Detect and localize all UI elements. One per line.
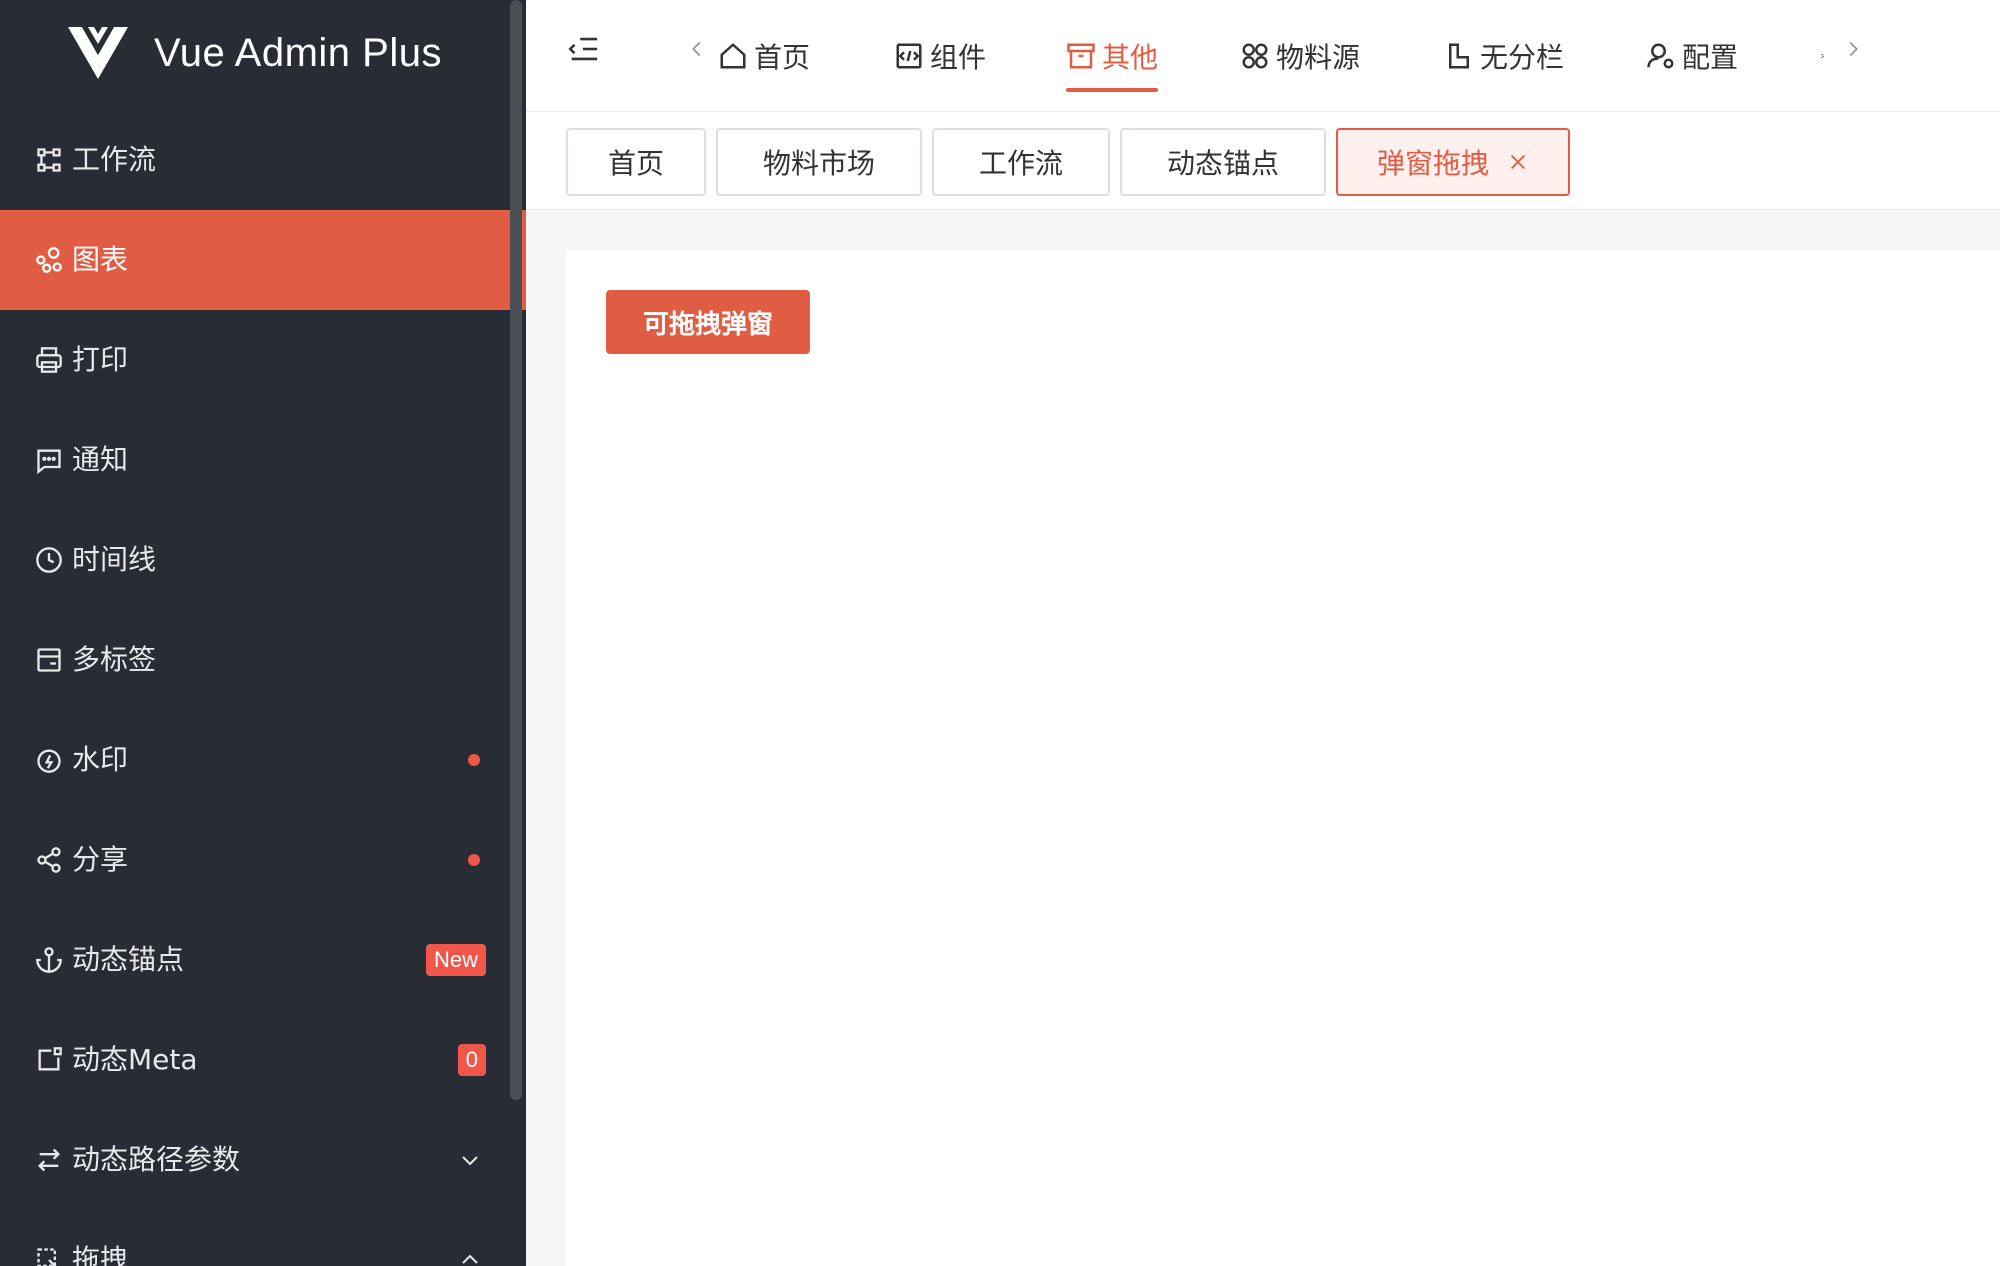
menu-label: 配置 — [1682, 41, 1739, 74]
tab-dynamic-anchor[interactable]: 动态锚点 — [1120, 128, 1326, 196]
menu-label: 无分栏 — [1480, 41, 1565, 74]
sidebar-item-label: 工作流 — [72, 143, 157, 176]
main-content: 可拖拽弹窗 — [566, 250, 2000, 1266]
sidebar-item-workflow[interactable]: 工作流 — [0, 110, 526, 210]
menu-label: 物料源 — [1276, 41, 1361, 74]
new-badge: New — [425, 944, 486, 976]
chevron-left-icon[interactable] — [686, 36, 708, 62]
menu-fold-icon[interactable] — [566, 32, 600, 66]
sidebar-item-print[interactable]: 打印 — [0, 310, 526, 410]
sidebar-item-label: 动态锚点 — [72, 943, 185, 976]
menu-overflow-partial[interactable] — [1820, 0, 1834, 112]
menu-material[interactable]: 物料源 — [1240, 0, 1360, 112]
tab-label: 物料市场 — [762, 147, 875, 180]
sidebar-item-label: 动态路径参数 — [72, 1143, 241, 1176]
tab-label: 工作流 — [978, 147, 1063, 180]
tab-label: 弹窗拖拽 — [1376, 147, 1489, 180]
menu-config[interactable]: 配置 — [1646, 0, 1738, 112]
sidebar-item-dynamic-meta[interactable]: 动态Meta 0 — [0, 1010, 526, 1110]
notification-dot — [468, 854, 480, 866]
tabs-icon — [34, 645, 64, 675]
sidebar-item-label: 打印 — [72, 343, 129, 376]
sidebar-item-dynamic-path[interactable]: 动态路径参数 — [0, 1110, 526, 1210]
menu-home[interactable]: 首页 — [718, 0, 810, 112]
tabs-bar: 首页 物料市场 工作流 动态锚点 弹窗拖拽 — [526, 112, 2000, 210]
sidebar-item-timeline[interactable]: 时间线 — [0, 510, 526, 610]
layout-icon — [1449, 43, 1469, 69]
grid-icon — [1242, 43, 1268, 69]
partial-icon — [1821, 53, 1825, 59]
external-icon — [34, 1045, 64, 1075]
notification-dot — [468, 754, 480, 766]
chart-icon — [34, 245, 64, 275]
code-icon — [896, 43, 922, 69]
sidebar-item-label: 动态Meta — [72, 1043, 198, 1076]
clock-icon — [34, 545, 64, 575]
sidebar-item-multitabs[interactable]: 多标签 — [0, 610, 526, 710]
tab-dialog-drag[interactable]: 弹窗拖拽 — [1336, 128, 1570, 196]
sidebar-item-watermark[interactable]: 水印 — [0, 710, 526, 810]
chevron-right-icon[interactable] — [1842, 36, 1864, 62]
sidebar-item-label: 分享 — [72, 843, 129, 876]
sidebar-item-drag[interactable]: 拖拽 — [0, 1210, 526, 1266]
sidebar-nav: 工作流 图表 打印 通知 时间线 多标签 水印 分享 动态锚点 New 动态Me… — [0, 110, 526, 1266]
menu-label: 组件 — [930, 41, 987, 74]
sidebar-item-label: 时间线 — [72, 543, 157, 576]
anchor-icon — [34, 945, 64, 975]
menu-label: 首页 — [754, 41, 811, 74]
chevron-up-icon — [462, 1254, 478, 1264]
sidebar-scrollbar[interactable] — [510, 0, 522, 1100]
swap-icon — [34, 1145, 64, 1175]
draggable-dialog-button[interactable]: 可拖拽弹窗 — [606, 290, 810, 354]
vue-logo-icon — [68, 27, 129, 79]
sidebar-item-share[interactable]: 分享 — [0, 810, 526, 910]
archive-icon — [1067, 43, 1095, 69]
tab-home[interactable]: 首页 — [566, 128, 706, 196]
chevron-down-icon — [462, 1156, 478, 1166]
sidebar-item-dynamic-anchor[interactable]: 动态锚点 New — [0, 910, 526, 1010]
menu-label: 其他 — [1102, 41, 1159, 74]
drop-icon — [34, 745, 64, 775]
sidebar: Vue Admin Plus 工作流 图表 打印 通知 时间线 多标签 水印 分… — [0, 0, 526, 1266]
user-settings-icon — [1647, 43, 1674, 69]
tab-label: 动态锚点 — [1166, 147, 1279, 180]
share-icon — [34, 845, 64, 875]
tab-workflow[interactable]: 工作流 — [932, 128, 1110, 196]
menu-no-column[interactable]: 无分栏 — [1444, 0, 1564, 112]
menu-other[interactable]: 其他 — [1066, 0, 1159, 112]
sidebar-item-label: 拖拽 — [72, 1243, 129, 1266]
tab-label: 首页 — [607, 147, 664, 180]
count-badge: 0 — [457, 1044, 486, 1076]
close-icon[interactable] — [1507, 151, 1529, 173]
drag-icon — [34, 1245, 64, 1266]
menu-components[interactable]: 组件 — [894, 0, 986, 112]
message-icon — [34, 445, 64, 475]
tab-material-market[interactable]: 物料市场 — [716, 128, 922, 196]
sidebar-item-label: 通知 — [72, 443, 129, 476]
sidebar-item-notify[interactable]: 通知 — [0, 410, 526, 510]
top-header: 首页 组件 其他 物料源 无分栏 配置 — [526, 0, 2000, 112]
sidebar-item-label: 图表 — [72, 243, 129, 276]
app-title: Vue Admin Plus — [154, 30, 442, 75]
home-icon — [720, 43, 746, 69]
printer-icon — [34, 345, 64, 375]
workflow-icon — [34, 145, 64, 175]
sidebar-item-label: 水印 — [72, 743, 129, 776]
logo[interactable]: Vue Admin Plus — [0, 0, 510, 106]
sidebar-item-label: 多标签 — [72, 643, 157, 676]
sidebar-item-chart[interactable]: 图表 — [0, 210, 526, 310]
